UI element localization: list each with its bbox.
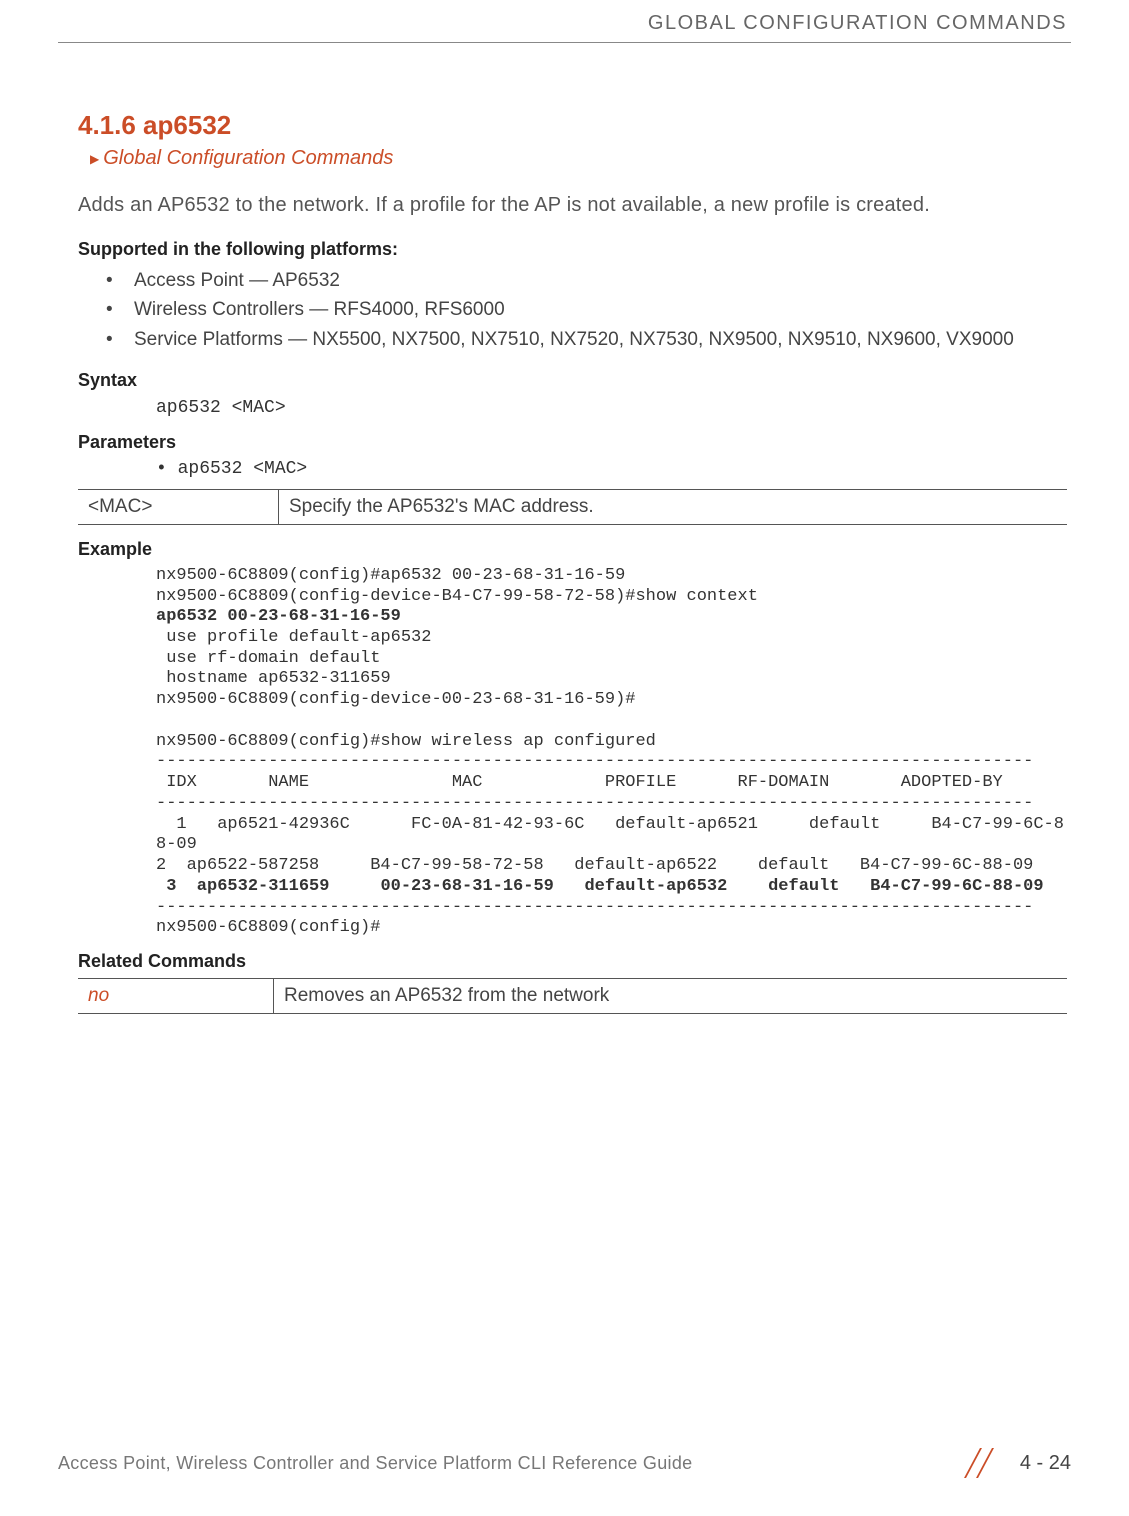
- table-row: <MAC> Specify the AP6532's MAC address.: [78, 489, 1067, 524]
- related-desc: Removes an AP6532 from the network: [274, 979, 1068, 1014]
- syntax-heading: Syntax: [78, 370, 1067, 391]
- breadcrumb[interactable]: ▶ Global Configuration Commands: [78, 147, 1067, 170]
- breadcrumb-label: Global Configuration Commands: [103, 147, 393, 170]
- related-table: no Removes an AP6532 from the network: [78, 978, 1067, 1014]
- param-desc: Specify the AP6532's MAC address.: [279, 489, 1068, 524]
- list-item: Access Point — AP6532: [106, 266, 1067, 295]
- main-content: 4.1.6 ap6532 ▶ Global Configuration Comm…: [78, 110, 1067, 1014]
- header-rule: [58, 42, 1071, 43]
- running-head: GLOBAL CONFIGURATION COMMANDS: [648, 12, 1067, 35]
- breadcrumb-arrow-icon: ▶: [90, 152, 99, 166]
- related-heading: Related Commands: [78, 951, 1067, 972]
- table-row: no Removes an AP6532 from the network: [78, 979, 1067, 1014]
- section-description: Adds an AP6532 to the network. If a prof…: [78, 194, 1067, 217]
- footer-guide-title: Access Point, Wireless Controller and Se…: [58, 1453, 692, 1474]
- page-number: 4 - 24: [1020, 1452, 1071, 1475]
- platform-list: Access Point — AP6532 Wireless Controlle…: [78, 266, 1067, 354]
- parameters-bullet: • ap6532 <MAC>: [78, 459, 1067, 479]
- list-item: Wireless Controllers — RFS4000, RFS6000: [106, 295, 1067, 324]
- related-key[interactable]: no: [78, 979, 274, 1014]
- example-heading: Example: [78, 539, 1067, 560]
- example-output: nx9500-6C8809(config)#ap6532 00-23-68-31…: [78, 566, 1067, 939]
- syntax-code: ap6532 <MAC>: [78, 397, 1067, 420]
- page-footer: Access Point, Wireless Controller and Se…: [58, 1448, 1071, 1478]
- parameters-heading: Parameters: [78, 432, 1067, 453]
- param-key: <MAC>: [78, 489, 279, 524]
- footer-slash-icon: [960, 1448, 1006, 1478]
- parameters-table: <MAC> Specify the AP6532's MAC address.: [78, 489, 1067, 525]
- supported-heading: Supported in the following platforms:: [78, 239, 1067, 260]
- section-heading: 4.1.6 ap6532: [78, 110, 1067, 141]
- list-item: Service Platforms — NX5500, NX7500, NX75…: [106, 325, 1067, 354]
